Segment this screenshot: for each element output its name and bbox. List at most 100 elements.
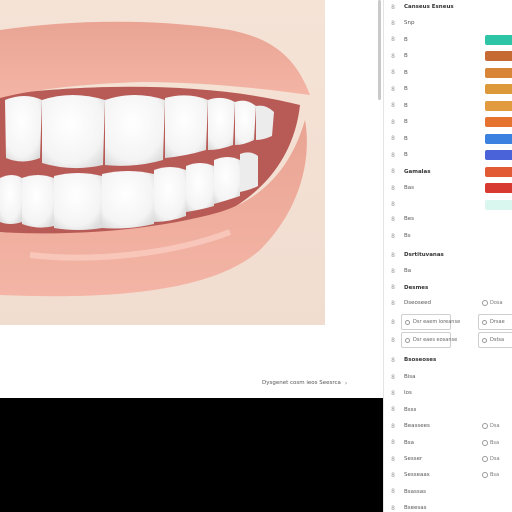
color-row[interactable]: 8B xyxy=(384,49,512,63)
radio-button[interactable] xyxy=(405,337,410,343)
radio-button[interactable] xyxy=(405,319,410,325)
bullet-icon: 8 xyxy=(391,439,395,447)
bullet-icon: 8 xyxy=(391,488,395,496)
item-label: Bisa xyxy=(404,374,416,380)
smile-illustration xyxy=(0,0,325,325)
item-label: B xyxy=(404,135,408,142)
radio-button[interactable] xyxy=(482,423,488,430)
color-swatch[interactable] xyxy=(485,51,512,61)
item-label: Desmes xyxy=(404,284,429,291)
color-row[interactable]: 8 Snp xyxy=(384,16,512,30)
color-row[interactable]: 8B xyxy=(384,115,512,129)
item-label: Bseesas xyxy=(404,505,427,512)
item-label: B xyxy=(404,119,408,125)
bullet-icon: 8 xyxy=(391,455,395,463)
bullet-icon: 8 xyxy=(391,251,395,259)
color-swatch[interactable] xyxy=(485,133,512,144)
list-item: 8 Ba xyxy=(384,264,512,278)
item-label: Sesser xyxy=(404,456,423,462)
item-label: Dseoseed xyxy=(404,300,431,306)
bullet-icon: 8 xyxy=(391,284,395,291)
panel-title: Canseus Esneus xyxy=(404,4,454,10)
item-label: Sesseaas xyxy=(404,472,430,479)
bullet-icon: 8 xyxy=(391,3,395,11)
item-label: Ios xyxy=(404,390,412,397)
radio-button[interactable] xyxy=(482,439,488,446)
color-swatch[interactable] xyxy=(485,150,512,160)
option-row[interactable]: 8 Dseoseed Dosa xyxy=(384,296,512,310)
bullet-icon: 8 xyxy=(391,356,395,364)
viewer-scrollbar[interactable] xyxy=(378,0,381,100)
color-row[interactable]: 8B xyxy=(384,66,512,80)
bullet-icon: 8 xyxy=(391,373,395,381)
option-label: Dstsa xyxy=(490,337,505,343)
caption-link[interactable]: Dysgenet cosm ieos Seesrca › xyxy=(262,378,382,388)
color-row[interactable]: 8B xyxy=(384,33,512,47)
radio-button[interactable] xyxy=(482,319,487,325)
bullet-icon: 8 xyxy=(391,389,395,397)
bullet-icon: 8 xyxy=(391,215,395,223)
list-item[interactable]: 8 Bsa Bsa xyxy=(384,436,512,450)
list-item[interactable]: 8 Ios xyxy=(384,386,512,400)
option-box[interactable]: Drsae xyxy=(478,314,512,330)
radio-button[interactable] xyxy=(482,472,488,479)
radio-button[interactable] xyxy=(482,300,488,306)
item-label: Beassees xyxy=(404,423,430,430)
section-title: Dsrtituvanas xyxy=(404,252,444,258)
list-item: 8 Bs xyxy=(384,229,512,243)
list-item[interactable]: 8 Bseesas xyxy=(384,501,512,512)
bullet-icon: 8 xyxy=(391,151,395,159)
bullet-icon: 8 xyxy=(391,168,395,175)
list-item[interactable]: 8 Bsss xyxy=(384,403,512,417)
list-item[interactable]: 8 Sesser Dsa xyxy=(384,452,512,466)
radio-label: Dsa xyxy=(490,456,500,462)
image-viewer: Dysgenet cosm ieos Seesrca › xyxy=(0,0,383,512)
color-swatch[interactable] xyxy=(485,166,512,177)
color-swatch[interactable] xyxy=(485,117,512,127)
option-label: Drsae xyxy=(490,319,505,325)
list-item[interactable]: 8 Beassees Dsa xyxy=(384,419,512,433)
list-item[interactable]: 8 Bsassas xyxy=(384,485,512,499)
bullet-icon: 8 xyxy=(391,184,395,192)
item-label: Bas xyxy=(404,185,415,191)
section-header: 8 Bsoseoses xyxy=(384,353,512,367)
bullet-icon: 8 xyxy=(391,471,395,479)
color-row[interactable]: 8B xyxy=(384,132,512,146)
color-swatch[interactable] xyxy=(485,67,512,78)
list-item[interactable]: 8 Sesseaas Bsa xyxy=(384,468,512,482)
color-swatch[interactable] xyxy=(485,199,512,210)
section-header: 8 Dsrtituvanas xyxy=(384,248,512,262)
section-title: Bsoseoses xyxy=(404,357,437,363)
bullet-icon: 8 xyxy=(391,201,395,208)
bullet-icon: 8 xyxy=(391,299,395,307)
smile-photo[interactable] xyxy=(0,0,325,325)
list-item: 8 Bes xyxy=(384,212,512,226)
color-row[interactable]: 8B xyxy=(384,99,512,113)
bullet-icon: 8 xyxy=(391,52,395,60)
color-row[interactable]: 8B xyxy=(384,82,512,96)
option-box[interactable]: Dsr eaes eosanse xyxy=(401,332,457,348)
color-row[interactable]: 8 Bas xyxy=(384,181,512,195)
input-row: 8 Dsr eaes eosanse Dstsa xyxy=(384,331,512,349)
bullet-icon: 8 xyxy=(391,36,395,43)
bullet-icon: 8 xyxy=(391,85,395,93)
list-item[interactable]: 8 Bisa xyxy=(384,370,512,384)
color-row[interactable]: 8B xyxy=(384,148,512,162)
color-swatch[interactable] xyxy=(485,100,512,111)
bullet-icon: 8 xyxy=(391,422,395,430)
color-row[interactable]: 8 xyxy=(384,198,512,212)
radio-label: Bsa xyxy=(490,439,500,446)
radio-button[interactable] xyxy=(482,456,488,462)
item-label: Snp xyxy=(404,20,415,26)
bullet-icon: 8 xyxy=(391,406,395,414)
item-label: B xyxy=(404,53,408,59)
color-swatch[interactable] xyxy=(485,84,512,94)
option-box[interactable]: Dsr eaem ioreanse xyxy=(401,314,460,330)
radio-button[interactable] xyxy=(482,337,487,343)
list-item: 8 Desmes xyxy=(384,281,512,295)
color-swatch[interactable] xyxy=(485,34,512,45)
color-row[interactable]: 8 Gamalas xyxy=(384,165,512,179)
option-box[interactable]: Dstsa xyxy=(478,332,512,348)
color-swatch[interactable] xyxy=(485,183,512,193)
bullet-icon: 8 xyxy=(391,19,395,27)
